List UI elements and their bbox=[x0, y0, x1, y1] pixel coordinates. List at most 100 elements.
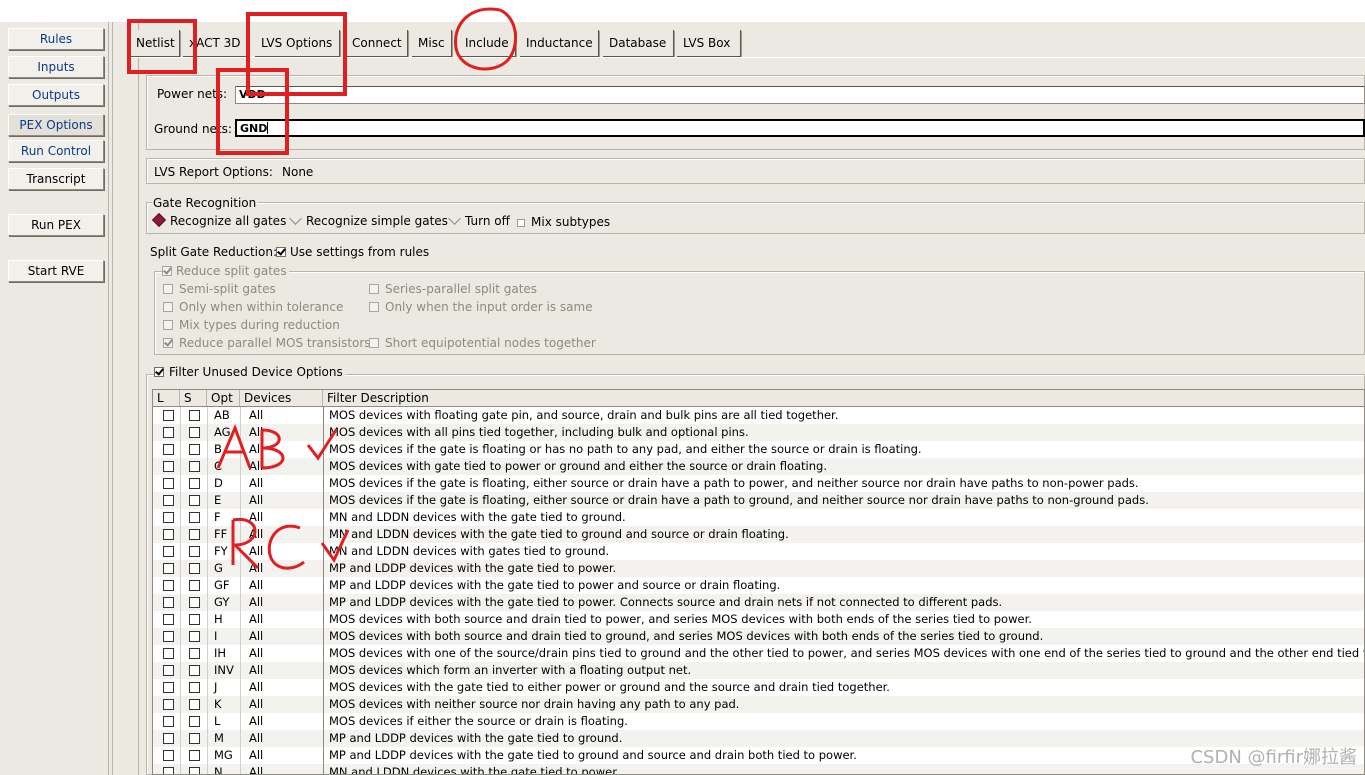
s-checkbox[interactable] bbox=[189, 665, 200, 676]
tab-inductance[interactable]: Inductance bbox=[520, 30, 599, 57]
tab-connect[interactable]: Connect bbox=[346, 30, 408, 57]
table-row[interactable]: J All MOS devices with the gate tied to ei… bbox=[153, 679, 1364, 696]
sidebar-item-pex-options[interactable]: PEX Options bbox=[8, 114, 104, 136]
tab-include[interactable]: Include bbox=[459, 30, 516, 57]
power-nets-field[interactable]: VDD bbox=[235, 86, 1365, 104]
l-checkbox[interactable] bbox=[163, 716, 174, 727]
tab-misc[interactable]: Misc bbox=[412, 30, 452, 57]
mix-types-checkbox[interactable]: Mix types during reduction bbox=[163, 318, 340, 332]
l-checkbox[interactable] bbox=[163, 529, 174, 540]
ground-nets-field[interactable]: GND bbox=[235, 119, 1365, 137]
series-parallel-checkbox[interactable]: Series-parallel split gates bbox=[369, 282, 537, 296]
table-row[interactable]: FF All MN and LDDN devices with the gate t… bbox=[153, 526, 1364, 543]
l-checkbox[interactable] bbox=[163, 410, 174, 421]
semi-split-checkbox[interactable]: Semi-split gates bbox=[163, 282, 276, 296]
tab-lvs-options[interactable]: LVS Options bbox=[255, 30, 340, 57]
s-checkbox[interactable] bbox=[189, 648, 200, 659]
mix-subtypes-checkbox[interactable]: Mix subtypes bbox=[517, 215, 610, 229]
l-checkbox[interactable] bbox=[163, 427, 174, 438]
l-checkbox[interactable] bbox=[163, 750, 174, 761]
s-checkbox[interactable] bbox=[189, 563, 200, 574]
table-row[interactable]: F All MN and LDDN devices with the gate ti… bbox=[153, 509, 1364, 526]
sidebar-item-transcript[interactable]: Transcript bbox=[8, 168, 104, 190]
table-row[interactable]: B All MOS devices if the gate is floating … bbox=[153, 441, 1364, 458]
s-checkbox[interactable] bbox=[189, 546, 200, 557]
col-header-opt[interactable]: Opt bbox=[207, 390, 240, 406]
s-checkbox[interactable] bbox=[189, 614, 200, 625]
s-checkbox[interactable] bbox=[189, 733, 200, 744]
sidebar-item-inputs[interactable]: Inputs bbox=[8, 56, 104, 78]
sidebar-item-outputs[interactable]: Outputs bbox=[8, 84, 104, 106]
l-checkbox[interactable] bbox=[163, 444, 174, 455]
start-rve-button[interactable]: Start RVE bbox=[8, 260, 104, 282]
s-checkbox[interactable] bbox=[189, 699, 200, 710]
tab-netlist[interactable]: Netlist bbox=[130, 30, 180, 57]
l-checkbox[interactable] bbox=[163, 597, 174, 608]
table-row[interactable]: AG All MOS devices with all pins tied toge… bbox=[153, 424, 1364, 441]
table-row[interactable]: IH All MOS devices with one of the source/… bbox=[153, 645, 1364, 662]
radio-turn-off[interactable]: Turn off bbox=[448, 212, 510, 228]
within-tolerance-checkbox[interactable]: Only when within tolerance bbox=[163, 300, 343, 314]
table-row[interactable]: E All MOS devices if the gate is floating,… bbox=[153, 492, 1364, 509]
input-order-checkbox[interactable]: Only when the input order is same bbox=[369, 300, 593, 314]
s-checkbox[interactable] bbox=[189, 631, 200, 642]
s-checkbox[interactable] bbox=[189, 512, 200, 523]
radio-recognize-all[interactable]: Recognize all gates bbox=[151, 212, 286, 228]
table-row[interactable]: GF All MP and LDDP devices with the gate t… bbox=[153, 577, 1364, 594]
l-checkbox[interactable] bbox=[163, 478, 174, 489]
l-checkbox[interactable] bbox=[163, 563, 174, 574]
s-checkbox[interactable] bbox=[189, 427, 200, 438]
tab-lvs-box[interactable]: LVS Box bbox=[677, 30, 741, 57]
table-row[interactable]: C All MOS devices with gate tied to power … bbox=[153, 458, 1364, 475]
table-row[interactable]: AB All MOS devices with floating gate pin,… bbox=[153, 407, 1364, 424]
l-checkbox[interactable] bbox=[163, 512, 174, 523]
s-checkbox[interactable] bbox=[189, 495, 200, 506]
sidebar-item-run-control[interactable]: Run Control bbox=[8, 140, 104, 162]
l-checkbox[interactable] bbox=[163, 495, 174, 506]
col-header-devices[interactable]: Devices bbox=[240, 390, 323, 406]
table-row[interactable]: H All MOS devices with both source and dra… bbox=[153, 611, 1364, 628]
s-checkbox[interactable] bbox=[189, 444, 200, 455]
use-settings-checkbox[interactable]: Use settings from rules bbox=[276, 245, 429, 259]
run-pex-button[interactable]: Run PEX bbox=[8, 214, 104, 236]
l-checkbox[interactable] bbox=[163, 461, 174, 472]
l-checkbox[interactable] bbox=[163, 614, 174, 625]
table-row[interactable]: G All MP and LDDP devices with the gate ti… bbox=[153, 560, 1364, 577]
filter-unused-checkbox[interactable]: Filter Unused Device Options bbox=[154, 365, 345, 379]
table-row[interactable]: MG All MP and LDDP devices with the gate t… bbox=[153, 747, 1364, 764]
l-checkbox[interactable] bbox=[163, 631, 174, 642]
short-equipotential-checkbox[interactable]: Short equipotential nodes together bbox=[369, 336, 596, 350]
table-row[interactable]: K All MOS devices with neither source nor … bbox=[153, 696, 1364, 713]
table-row[interactable]: D All MOS devices if the gate is floating,… bbox=[153, 475, 1364, 492]
l-checkbox[interactable] bbox=[163, 580, 174, 591]
table-row[interactable]: M All MP and LDDP devices with the gate ti… bbox=[153, 730, 1364, 747]
s-checkbox[interactable] bbox=[189, 682, 200, 693]
table-row[interactable]: L All MOS devices if either the source or … bbox=[153, 713, 1364, 730]
reduce-split-checkbox[interactable]: Reduce split gates bbox=[162, 264, 289, 278]
radio-recognize-simple[interactable]: Recognize simple gates bbox=[289, 212, 448, 228]
s-checkbox[interactable] bbox=[189, 597, 200, 608]
reduce-parallel-mos-checkbox[interactable]: Reduce parallel MOS transistors bbox=[163, 336, 371, 350]
tab-xact-3d[interactable]: xACT 3D bbox=[183, 30, 248, 57]
l-checkbox[interactable] bbox=[163, 699, 174, 710]
sidebar-item-rules[interactable]: Rules bbox=[8, 28, 104, 50]
col-header-s[interactable]: S bbox=[180, 390, 207, 406]
table-row[interactable]: I All MOS devices with both source and dra… bbox=[153, 628, 1364, 645]
s-checkbox[interactable] bbox=[189, 529, 200, 540]
col-header-l[interactable]: L bbox=[153, 390, 180, 406]
s-checkbox[interactable] bbox=[189, 716, 200, 727]
l-checkbox[interactable] bbox=[163, 682, 174, 693]
table-row[interactable]: GY All MP and LDDP devices with the gate t… bbox=[153, 594, 1364, 611]
lvs-report-value[interactable]: None bbox=[282, 165, 313, 179]
s-checkbox[interactable] bbox=[189, 750, 200, 761]
s-checkbox[interactable] bbox=[189, 767, 200, 774]
l-checkbox[interactable] bbox=[163, 733, 174, 744]
s-checkbox[interactable] bbox=[189, 580, 200, 591]
l-checkbox[interactable] bbox=[163, 767, 174, 774]
l-checkbox[interactable] bbox=[163, 546, 174, 557]
table-row[interactable]: N All MN and LDDN devices with the gate ti… bbox=[153, 764, 1364, 774]
l-checkbox[interactable] bbox=[163, 648, 174, 659]
tab-database[interactable]: Database bbox=[603, 30, 674, 57]
s-checkbox[interactable] bbox=[189, 461, 200, 472]
s-checkbox[interactable] bbox=[189, 478, 200, 489]
